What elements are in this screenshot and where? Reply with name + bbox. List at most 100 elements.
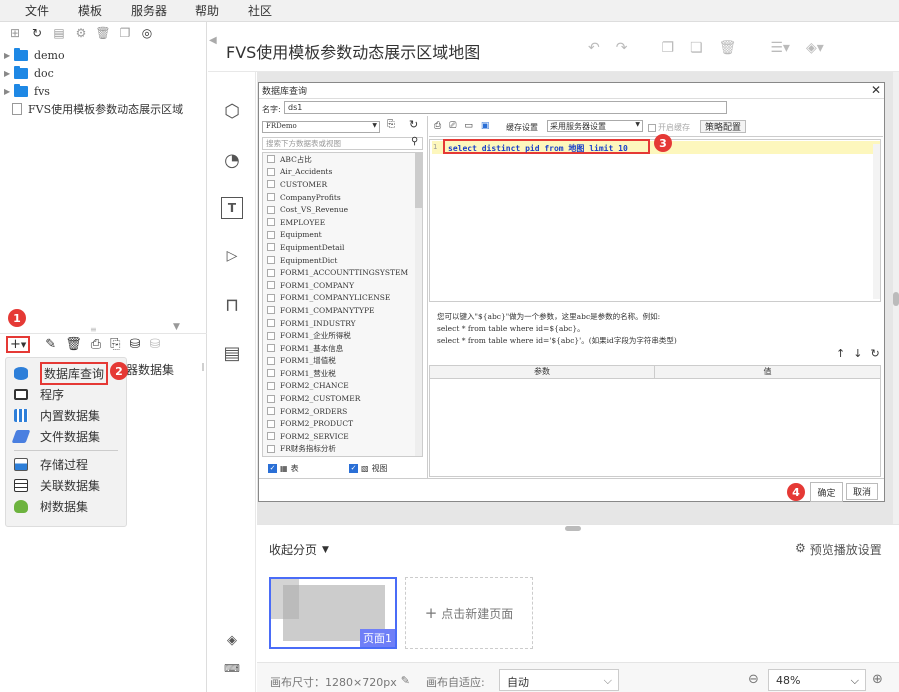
menu-file[interactable]: 文件 bbox=[25, 2, 49, 19]
check-table[interactable]: ✓ ▦ 表 bbox=[268, 463, 299, 474]
keyboard-icon[interactable]: ⌨ bbox=[221, 657, 243, 679]
sql-mode-icon[interactable]: ▭ bbox=[464, 121, 473, 131]
refresh-tables-icon[interactable]: ↻ bbox=[409, 118, 418, 131]
zoom-out-icon[interactable]: ⊖ bbox=[748, 672, 759, 687]
cancel-button[interactable]: 取消 bbox=[846, 483, 878, 500]
collapse-pages-button[interactable]: 收起分页 ▼ bbox=[269, 541, 329, 558]
open-icon[interactable]: ▤ bbox=[52, 26, 66, 40]
db-icon[interactable]: ⛁ bbox=[130, 337, 141, 352]
preview-sql-icon[interactable]: ⎙ bbox=[434, 121, 441, 131]
cube-icon[interactable]: ⬡ bbox=[221, 100, 243, 122]
tree-item-doc[interactable]: ▶ doc bbox=[4, 64, 204, 82]
splitter-vertical[interactable]: ‖ bbox=[201, 362, 205, 371]
edit-icon[interactable]: ✎ bbox=[45, 337, 56, 352]
sql-text[interactable]: select distinct pid from 地图 limit 10 bbox=[443, 139, 650, 154]
table-list-item[interactable]: FR财务指标分析 bbox=[263, 443, 422, 456]
table-list-item[interactable]: FORM2_CUSTOMER bbox=[263, 392, 422, 405]
ok-button[interactable]: 确定 bbox=[810, 482, 843, 502]
table-list-item[interactable]: FORM1_营业税 bbox=[263, 367, 422, 380]
copy-icon[interactable]: ❐ bbox=[118, 26, 132, 40]
print-icon[interactable]: ⎚ bbox=[449, 121, 456, 131]
table-list-item[interactable]: FORM1_COMPANYLICENSE bbox=[263, 292, 422, 305]
menu-item-file-dataset[interactable]: 文件数据集 bbox=[6, 426, 126, 447]
table-list-item[interactable]: Cost_VS_Revenue bbox=[263, 203, 422, 216]
delete-icon[interactable]: 🗑 bbox=[95, 26, 110, 40]
table-list-item[interactable]: FORM1_ACCOUNTTINGSYSTEM bbox=[263, 266, 422, 279]
page-thumb-1[interactable]: 页面1 bbox=[269, 577, 397, 649]
tree-item-fvs[interactable]: ▶ fvs bbox=[4, 82, 204, 100]
refresh-params-icon[interactable]: ↻ bbox=[870, 347, 879, 360]
paste-widget-icon[interactable]: ❏ bbox=[690, 40, 703, 56]
table-list-item[interactable]: ABC占比 bbox=[263, 153, 422, 166]
menu-item-relation[interactable]: 关联数据集 bbox=[6, 475, 126, 496]
cache-icon[interactable]: ▣ bbox=[481, 121, 490, 131]
name-input[interactable]: ds1 bbox=[284, 101, 727, 114]
menu-item-builtin[interactable]: 内置数据集 bbox=[6, 405, 126, 426]
inbox-icon[interactable]: ⊓ bbox=[221, 294, 243, 316]
menu-help[interactable]: 帮助 bbox=[195, 2, 219, 19]
menu-template[interactable]: 模板 bbox=[78, 2, 102, 19]
table-list-item[interactable]: EquipmentDetail bbox=[263, 241, 422, 254]
open-cache-check[interactable]: 开启缓存 bbox=[648, 122, 690, 133]
connection-select[interactable]: FRDemo ▼ bbox=[262, 121, 380, 133]
new-page-button[interactable]: + 点击新建页面 bbox=[405, 577, 533, 649]
menu-community[interactable]: 社区 bbox=[248, 2, 272, 19]
zoom-in-icon[interactable]: ⊕ bbox=[872, 672, 883, 687]
table-list-item[interactable]: FORM2_CHANCE bbox=[263, 380, 422, 393]
sql-editor[interactable] bbox=[429, 139, 881, 302]
edit-preview-icon[interactable]: ⎘ bbox=[110, 337, 120, 352]
table-list-item[interactable]: FORM2_ORDERS bbox=[263, 405, 422, 418]
arrow-up-icon[interactable]: ↑ bbox=[836, 347, 845, 360]
table-list-item[interactable]: EquipmentDict bbox=[263, 254, 422, 267]
canvas-scrollbar[interactable] bbox=[893, 72, 899, 524]
table-list-item[interactable]: FORM2_SERVICE bbox=[263, 430, 422, 443]
table-list-item[interactable]: Air_Accidents bbox=[263, 166, 422, 179]
table-list-item[interactable]: EMPLOYEE bbox=[263, 216, 422, 229]
table-list-item[interactable]: FORM1_COMPANYTYPE bbox=[263, 304, 422, 317]
menu-item-program[interactable]: 程序 bbox=[6, 384, 126, 405]
menu-item-db-query[interactable]: 数据库查询 bbox=[6, 362, 126, 385]
strategy-button[interactable]: 策略配置 bbox=[700, 120, 746, 133]
redo-icon[interactable]: ↷ bbox=[616, 40, 628, 56]
table-list-item[interactable]: CompanyProfits bbox=[263, 191, 422, 204]
delete-dataset-icon[interactable]: 🗑 bbox=[65, 337, 82, 352]
delete-widget-icon[interactable]: 🗑 bbox=[719, 40, 737, 56]
table-search-input[interactable]: 搜索下方数据表或视图 bbox=[262, 137, 423, 150]
close-icon[interactable]: ✕ bbox=[871, 83, 881, 97]
tree-item-fvs-file[interactable]: FVS使用模板参数动态展示区域 bbox=[4, 100, 204, 118]
layer-icon[interactable]: ◈▾ bbox=[806, 40, 824, 56]
table-list-item[interactable]: Equipment bbox=[263, 229, 422, 242]
pages-resize-handle[interactable] bbox=[565, 526, 581, 531]
tree-item-demo[interactable]: ▶ demo bbox=[4, 46, 204, 64]
zoom-select[interactable]: 48% ⌵ bbox=[768, 669, 866, 691]
arrow-down-icon[interactable]: ↓ bbox=[853, 347, 862, 360]
menu-server[interactable]: 服务器 bbox=[131, 2, 167, 19]
table-list-item[interactable]: FORM2_PRODUCT bbox=[263, 417, 422, 430]
cache-select[interactable]: 采用服务器设置 ▼ bbox=[547, 120, 643, 132]
table-list-item[interactable]: FORM1_COMPANY bbox=[263, 279, 422, 292]
chart-pie-icon[interactable]: ◔ bbox=[221, 149, 243, 171]
adapt-select[interactable]: 自动 ⌵ bbox=[499, 669, 619, 691]
table-list-item[interactable]: FORM1_增值税 bbox=[263, 355, 422, 368]
sql-scrollbar[interactable] bbox=[873, 144, 880, 299]
menu-item-tree[interactable]: 树数据集 bbox=[6, 496, 126, 517]
edit-connection-icon[interactable]: ⎘ bbox=[387, 119, 395, 130]
locate-icon[interactable]: ◎ bbox=[140, 26, 154, 40]
collapse-down-icon[interactable]: ▼ bbox=[173, 322, 180, 332]
menu-item-stored-proc[interactable]: 存储过程 bbox=[6, 454, 126, 475]
new-folder-icon[interactable]: ⊞ bbox=[8, 26, 22, 40]
media-icon[interactable]: ▷ bbox=[221, 245, 243, 267]
layers-icon[interactable]: ◈ bbox=[221, 629, 243, 651]
table-list-item[interactable]: FORM1_INDUSTRY bbox=[263, 317, 422, 330]
text-icon[interactable]: T bbox=[221, 197, 243, 219]
dialog-splitter[interactable] bbox=[427, 116, 428, 478]
refresh-icon[interactable]: ↻ bbox=[30, 26, 44, 40]
collapse-left-icon[interactable]: ◀ bbox=[209, 35, 217, 46]
table-list-item[interactable]: FORM1_企业所得税 bbox=[263, 329, 422, 342]
table-list-item[interactable]: FORM1_基本信息 bbox=[263, 342, 422, 355]
preview-icon[interactable]: ⎙ bbox=[91, 337, 101, 352]
copy-widget-icon[interactable]: ❐ bbox=[661, 40, 674, 56]
table-list-item[interactable]: CUSTOMER bbox=[263, 178, 422, 191]
edit-size-icon[interactable]: ✎ bbox=[401, 674, 410, 690]
add-dataset-button[interactable]: + ▼ bbox=[6, 336, 31, 353]
